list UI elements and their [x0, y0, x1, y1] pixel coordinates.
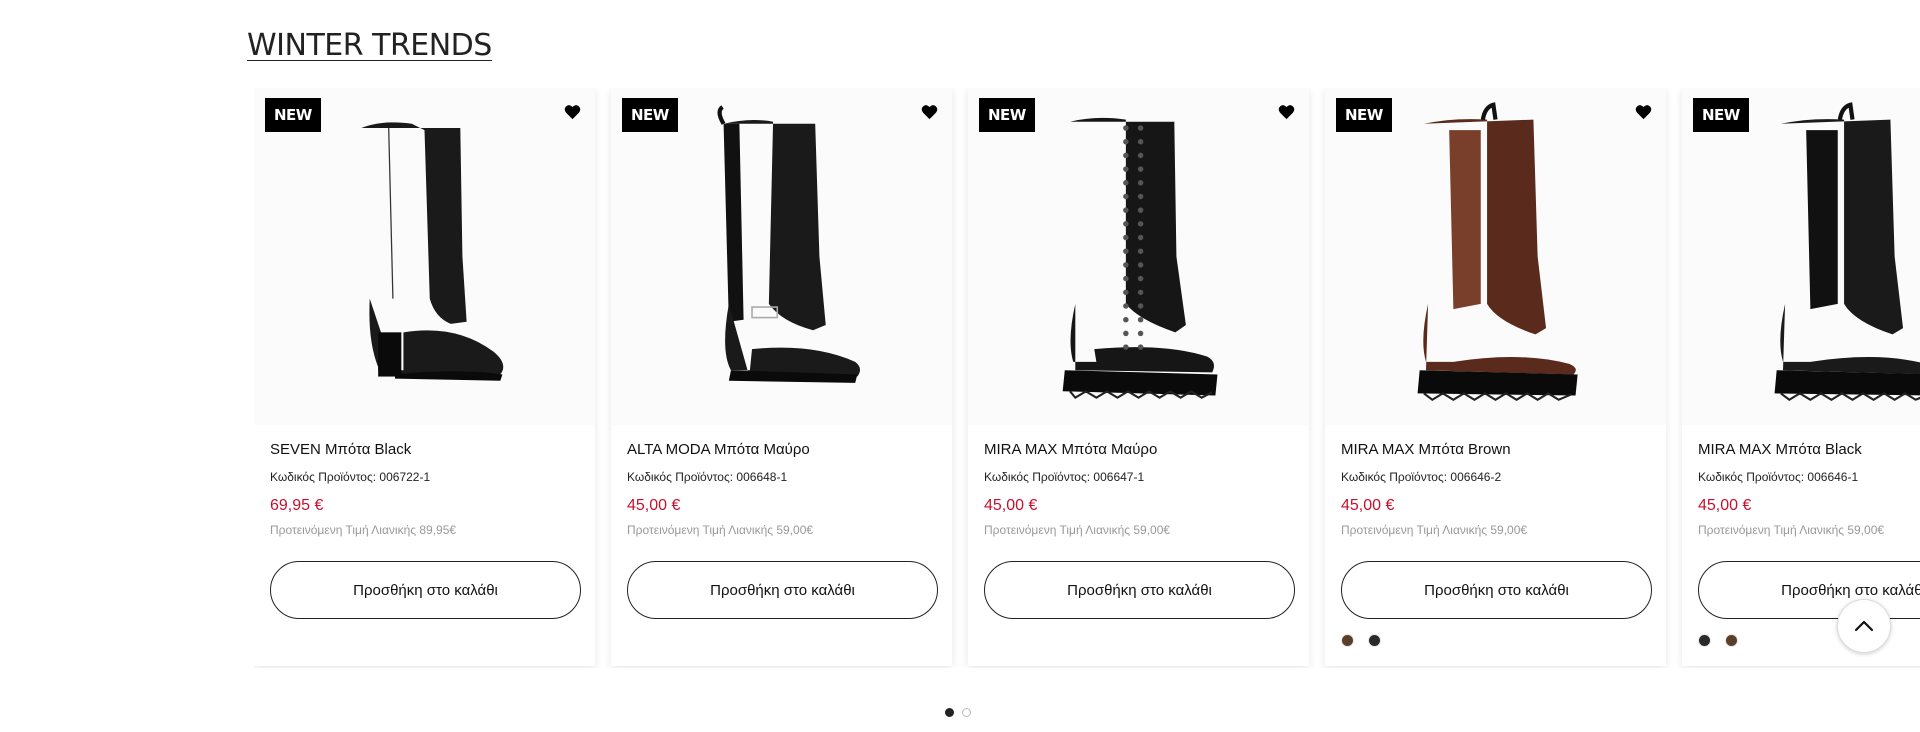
heart-icon[interactable] — [564, 104, 581, 120]
new-badge: NEW — [1693, 98, 1749, 132]
add-to-cart-button[interactable]: Προσθήκη στο καλάθι — [984, 561, 1295, 619]
product-name[interactable]: MIRA MAX Μπότα Brown — [1341, 441, 1511, 458]
product-image[interactable]: NEW — [611, 88, 952, 425]
color-swatch[interactable] — [1725, 634, 1738, 647]
color-swatches — [1341, 634, 1381, 647]
product-image[interactable]: NEW — [1682, 88, 1920, 425]
product-card[interactable]: NEW MIRA MAX Μπότα Black Κωδικός Προϊόντ… — [1682, 88, 1920, 666]
product-code: Κωδικός Προϊόντος: 006647-1 — [984, 470, 1145, 484]
color-swatch[interactable] — [1698, 634, 1711, 647]
product-price: 45,00 € — [1341, 497, 1395, 514]
product-card[interactable]: NEW ALTA MODA Μπότα Μαύρο Κωδικός Προϊόν… — [611, 88, 952, 666]
heart-icon[interactable] — [921, 104, 938, 120]
boot-image — [361, 122, 504, 381]
product-carousel[interactable]: NEW SEVEN Μπότα Black Κωδικός Προϊόντος:… — [254, 88, 1920, 668]
carousel-track: NEW SEVEN Μπότα Black Κωδικός Προϊόντος:… — [254, 88, 1920, 666]
boot-image — [717, 105, 861, 383]
product-name[interactable]: ALTA MODA Μπότα Μαύρο — [627, 441, 810, 458]
boot-image — [1774, 102, 1920, 401]
boot-image — [1417, 102, 1578, 401]
product-code: Κωδικός Προϊόντος: 006648-1 — [627, 470, 788, 484]
heart-icon[interactable] — [1278, 104, 1295, 120]
product-name[interactable]: MIRA MAX Μπότα Black — [1698, 441, 1862, 458]
color-swatch[interactable] — [1341, 634, 1354, 647]
new-badge: NEW — [265, 98, 321, 132]
product-price: 45,00 € — [627, 497, 681, 514]
recommended-retail-price: Προτεινόμενη Τιμή Λιανικής 59,00€ — [984, 523, 1171, 537]
product-name[interactable]: SEVEN Μπότα Black — [270, 441, 411, 458]
product-image[interactable]: NEW — [1325, 88, 1666, 425]
product-image[interactable]: NEW — [254, 88, 595, 425]
product-code: Κωδικός Προϊόντος: 006646-1 — [1698, 470, 1859, 484]
chevron-up-icon — [1854, 620, 1874, 632]
color-swatches — [1698, 634, 1738, 647]
section-title: WINTER TRENDS — [247, 28, 492, 63]
product-price: 69,95 € — [270, 497, 324, 514]
new-badge: NEW — [622, 98, 678, 132]
product-price: 45,00 € — [984, 497, 1038, 514]
new-badge: NEW — [1336, 98, 1392, 132]
recommended-retail-price: Προτεινόμενη Τιμή Λιανικής 59,00€ — [1341, 523, 1528, 537]
pagination-dot[interactable] — [945, 708, 954, 717]
recommended-retail-price: Προτεινόμενη Τιμή Λιανικής 59,00€ — [627, 523, 814, 537]
add-to-cart-button[interactable]: Προσθήκη στο καλάθι — [1341, 561, 1652, 619]
product-code: Κωδικός Προϊόντος: 006646-2 — [1341, 470, 1502, 484]
product-code: Κωδικός Προϊόντος: 006722-1 — [270, 470, 431, 484]
add-to-cart-button[interactable]: Προσθήκη στο καλάθι — [627, 561, 938, 619]
recommended-retail-price: Προτεινόμενη Τιμή Λιανικής 59,00€ — [1698, 523, 1885, 537]
new-badge: NEW — [979, 98, 1035, 132]
heart-icon[interactable] — [1635, 104, 1652, 120]
add-to-cart-button[interactable]: Προσθήκη στο καλάθι — [270, 561, 581, 619]
product-image[interactable]: NEW — [968, 88, 1309, 425]
color-swatch[interactable] — [1368, 634, 1381, 647]
boot-image — [1062, 117, 1218, 399]
recommended-retail-price: Προτεινόμενη Τιμή Λιανικής 89,95€ — [270, 523, 457, 537]
carousel-pagination — [945, 708, 971, 717]
product-card[interactable]: NEW MIRA MAX Μπότα Brown Κωδικός Προϊόντ… — [1325, 88, 1666, 666]
product-name[interactable]: MIRA MAX Μπότα Μαύρο — [984, 441, 1157, 458]
product-card[interactable]: NEW SEVEN Μπότα Black Κωδικός Προϊόντος:… — [254, 88, 595, 666]
back-to-top-button[interactable] — [1837, 599, 1891, 653]
add-to-cart-button[interactable]: Προσθήκη στο καλάθι — [1698, 561, 1920, 619]
product-card[interactable]: NEW MIRA MAX Μπότα Μαύρο Κωδικός Προϊόντ… — [968, 88, 1309, 666]
pagination-dot[interactable] — [962, 708, 971, 717]
product-price: 45,00 € — [1698, 497, 1752, 514]
